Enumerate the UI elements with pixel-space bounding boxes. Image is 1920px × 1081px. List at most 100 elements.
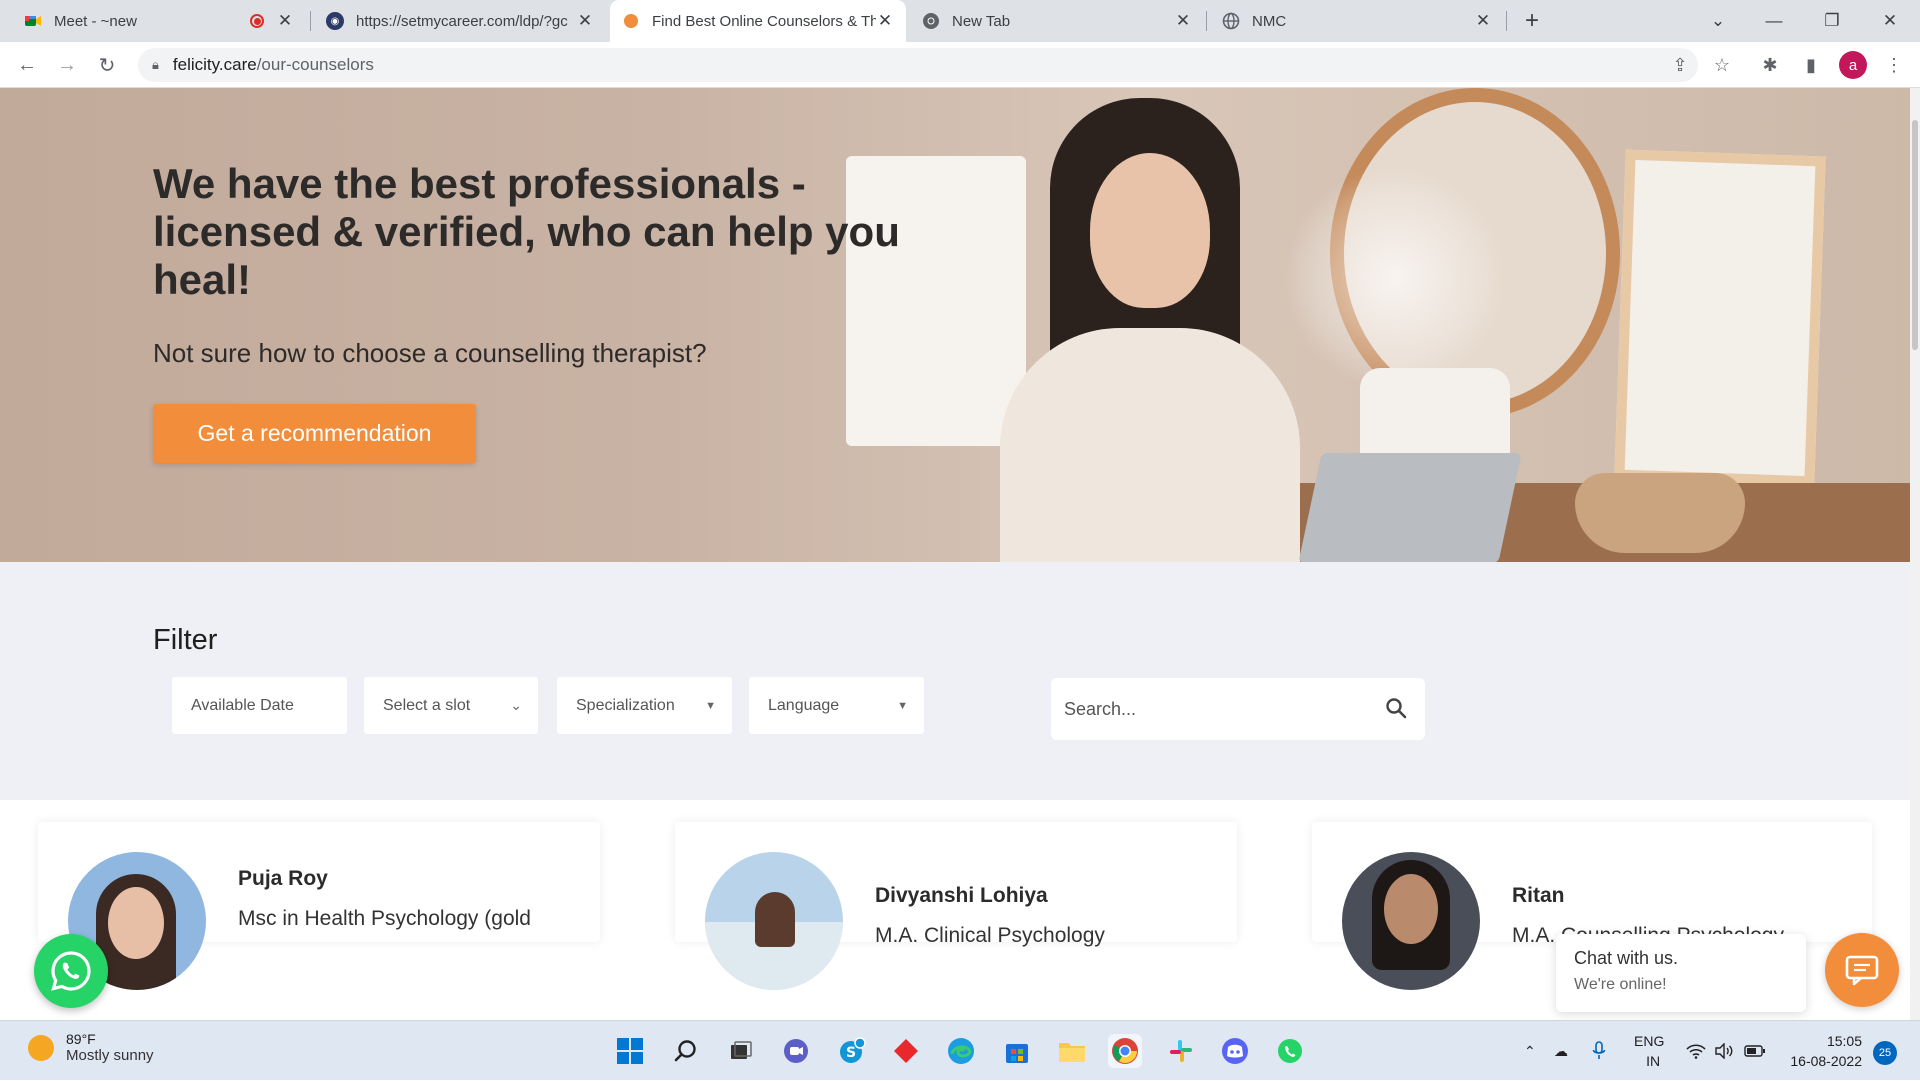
- counselor-card[interactable]: Divyanshi Lohiya M.A. Clinical Psycholog…: [675, 822, 1237, 990]
- open-chat-button[interactable]: [1825, 933, 1899, 1007]
- counselor-card[interactable]: Puja Roy Msc in Health Psychology (gold: [38, 822, 600, 990]
- wifi-icon[interactable]: [1686, 1021, 1706, 1081]
- search-input[interactable]: Search...: [1051, 678, 1425, 740]
- felicity-icon: [622, 12, 640, 30]
- clock[interactable]: 15:05 16-08-2022: [1782, 1031, 1862, 1071]
- tab-setmycareer[interactable]: ◉ https://setmycareer.com/ldp/?gc ✕: [314, 0, 606, 42]
- chat-prompt-line1: Chat with us.: [1574, 948, 1679, 968]
- teams-chat-icon[interactable]: [779, 1034, 813, 1068]
- side-panel-icon[interactable]: ▮: [1797, 51, 1825, 79]
- weather-widget[interactable]: 89°F Mostly sunny: [28, 1031, 154, 1064]
- discord-icon[interactable]: [1218, 1034, 1252, 1068]
- language-code: ENG: [1634, 1033, 1665, 1049]
- chat-icon: [1845, 955, 1879, 986]
- hero-image-frame: [1614, 149, 1826, 487]
- language-select[interactable]: Language ▼: [749, 677, 924, 734]
- whatsapp-float-button[interactable]: [34, 934, 108, 1008]
- clock-time: 15:05: [1826, 1033, 1862, 1049]
- profile-avatar[interactable]: a: [1839, 51, 1867, 79]
- chat-prompt-bubble[interactable]: Chat with us. We're online!: [1556, 934, 1806, 1012]
- tab-search-icon[interactable]: ⌄: [1692, 0, 1744, 42]
- tab-new-tab[interactable]: New Tab ✕: [910, 0, 1204, 42]
- language-indicator[interactable]: ENG IN: [1634, 1021, 1664, 1081]
- hero-image-basket: [1575, 473, 1745, 553]
- skype-icon[interactable]: S: [835, 1034, 869, 1068]
- hero-subtitle: Not sure how to choose a counselling the…: [153, 338, 707, 368]
- slot-placeholder: Select a slot: [383, 696, 471, 714]
- chrome-icon: [922, 12, 940, 30]
- minimize-button[interactable]: —: [1748, 0, 1800, 42]
- recording-icon: [250, 14, 264, 28]
- back-icon[interactable]: ←: [12, 50, 42, 80]
- weather-condition: Mostly sunny: [66, 1047, 154, 1064]
- close-tab-icon[interactable]: ✕: [576, 11, 594, 31]
- url-input[interactable]: 🔒︎ felicity.care/our-counselors: [138, 48, 1698, 82]
- browser-tab-strip: Meet - ~new ✕ ◉ https://setmycareer.com/…: [0, 0, 1920, 42]
- search-icon[interactable]: [1385, 697, 1407, 724]
- microphone-icon[interactable]: [1592, 1021, 1606, 1081]
- chrome-taskbar-icon[interactable]: [1108, 1034, 1142, 1068]
- close-window-button[interactable]: ✕: [1864, 0, 1916, 42]
- site-icon: ◉: [326, 12, 344, 30]
- tab-title: https://setmycareer.com/ldp/?gc: [356, 12, 568, 30]
- file-explorer-icon[interactable]: [1055, 1034, 1089, 1068]
- weather-sun-icon: [28, 1034, 54, 1061]
- start-icon[interactable]: [613, 1034, 647, 1068]
- volume-icon[interactable]: [1714, 1021, 1734, 1081]
- red-diamond-app-icon[interactable]: [889, 1034, 923, 1068]
- restore-button[interactable]: ❐: [1806, 0, 1858, 42]
- scrollbar-thumb[interactable]: [1912, 120, 1918, 350]
- slack-icon[interactable]: [1164, 1034, 1198, 1068]
- counselor-card[interactable]: Ritan M.A. Counselling Psychology: [1312, 822, 1872, 990]
- show-hidden-icons[interactable]: ⌃: [1524, 1021, 1536, 1081]
- temperature: 89°F: [66, 1031, 96, 1047]
- extensions-icon[interactable]: ✱: [1756, 51, 1784, 79]
- edge-icon[interactable]: [944, 1034, 978, 1068]
- search-taskbar-icon[interactable]: [669, 1034, 703, 1068]
- page-scrollbar[interactable]: [1910, 88, 1920, 1020]
- region-code: IN: [1646, 1053, 1661, 1069]
- hero-image-laptop: [1298, 453, 1522, 562]
- filter-section: Filter Available Date Select a slot ⌄ Sp…: [0, 562, 1910, 800]
- counselor-name: Divyanshi Lohiya: [875, 884, 1048, 907]
- specialization-placeholder: Specialization: [576, 696, 675, 714]
- google-meet-icon: [24, 12, 42, 30]
- menu-kebab-icon[interactable]: ⋮: [1880, 51, 1908, 79]
- counselor-name: Puja Roy: [238, 867, 328, 890]
- new-tab-button[interactable]: +: [1506, 0, 1558, 42]
- tab-felicity[interactable]: Find Best Online Counselors & Th ✕: [610, 0, 906, 42]
- whatsapp-taskbar-icon[interactable]: [1273, 1034, 1307, 1068]
- close-tab-icon[interactable]: ✕: [1474, 11, 1492, 31]
- close-tab-icon[interactable]: ✕: [276, 11, 294, 31]
- get-recommendation-button[interactable]: Get a recommendation: [153, 404, 476, 463]
- reload-icon[interactable]: ↻: [92, 50, 122, 80]
- bookmark-star-icon[interactable]: ☆: [1708, 51, 1736, 79]
- close-tab-icon[interactable]: ✕: [876, 11, 894, 31]
- specialization-select[interactable]: Specialization ▼: [557, 677, 732, 734]
- tab-title: NMC: [1252, 12, 1287, 30]
- tab-nmc[interactable]: NMC ✕: [1210, 0, 1504, 42]
- search-placeholder: Search...: [1064, 698, 1137, 719]
- notification-badge[interactable]: 25: [1873, 1041, 1897, 1065]
- share-icon[interactable]: ⇪: [1666, 51, 1694, 79]
- hero-title: We have the best professionals - license…: [153, 160, 900, 303]
- chat-prompt-line2: We're online!: [1574, 976, 1667, 993]
- battery-icon[interactable]: [1744, 1021, 1766, 1081]
- caret-down-icon: ▼: [705, 699, 716, 712]
- available-date-input[interactable]: Available Date: [172, 677, 347, 734]
- counselor-degree: Msc in Health Psychology (gold: [238, 907, 531, 930]
- forward-icon[interactable]: →: [52, 50, 82, 80]
- hero-image-flowers: [1280, 168, 1510, 388]
- close-tab-icon[interactable]: ✕: [1174, 11, 1192, 31]
- slot-select[interactable]: Select a slot ⌄: [364, 677, 538, 734]
- tab-title: Find Best Online Counselors & Th: [652, 12, 876, 30]
- microsoft-store-icon[interactable]: [1000, 1034, 1034, 1068]
- url-path: /our-counselors: [256, 55, 374, 74]
- tab-title: New Tab: [952, 12, 1011, 30]
- tab-meet[interactable]: Meet - ~new ✕: [12, 0, 306, 42]
- task-view-icon[interactable]: [724, 1034, 758, 1068]
- url-domain: felicity.care: [172, 55, 257, 74]
- onedrive-icon[interactable]: ☁︎: [1554, 1021, 1568, 1081]
- available-date-placeholder: Available Date: [191, 696, 294, 714]
- address-toolbar: ← → ↻ 🔒︎ felicity.care/our-counselors ⇪ …: [0, 42, 1920, 88]
